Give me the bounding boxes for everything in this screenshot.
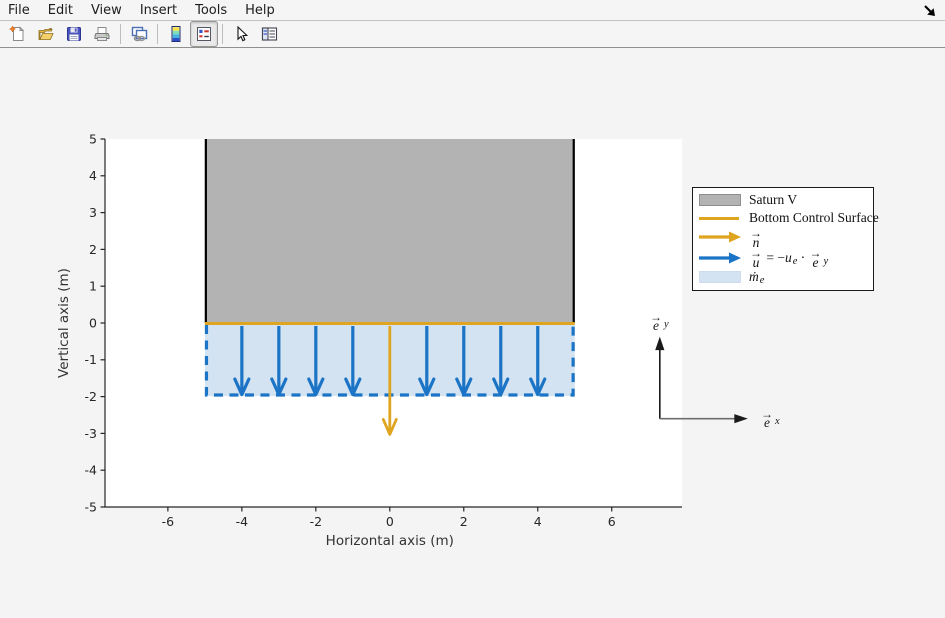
x-tick-label: 0: [386, 514, 394, 529]
print-figure-button[interactable]: [88, 21, 116, 47]
math-text: = −: [763, 250, 785, 266]
x-tick-label: -6: [162, 514, 175, 529]
legend-swatch: [699, 251, 741, 265]
open-file-icon: [37, 25, 55, 43]
menu-file[interactable]: File: [0, 0, 39, 20]
save-figure-button[interactable]: [60, 21, 88, 47]
x-tick-label: 6: [608, 514, 616, 529]
math-text: e: [760, 275, 765, 286]
x-tick-label: 4: [534, 514, 542, 529]
math-text: ⋅: [797, 250, 808, 266]
copy-figure-icon: [130, 25, 149, 43]
ex-axis-vector-label: →ex: [760, 409, 780, 427]
toolbar: [0, 21, 945, 48]
figure-window: File Edit View Insert Tools Help: [0, 0, 945, 618]
vector-symbol: →e: [650, 312, 662, 330]
y-tick-label: 5: [89, 131, 97, 146]
y-tick-label: -3: [85, 426, 97, 441]
legend-entry-saturn-v: Saturn V: [699, 192, 867, 208]
legend-toggle-icon: [195, 25, 213, 43]
toolbar-separator: [157, 24, 158, 44]
math-text: ṁ: [749, 269, 759, 285]
y-axis-label: Vertical axis (m): [56, 268, 72, 378]
ex-arrowhead: [734, 414, 748, 423]
legend-entry-exhaust-velocity-vector: →u = −ue ⋅ →ey: [699, 248, 867, 266]
y-tick-label: 1: [89, 279, 97, 294]
menu-help[interactable]: Help: [236, 0, 284, 20]
legend-label: Bottom Control Surface: [749, 210, 879, 226]
legend-entry-mass-flow-rate: ṁe: [699, 269, 867, 285]
math-text: Bottom Control Surface: [749, 210, 879, 226]
colormap-button[interactable]: [162, 21, 190, 47]
legend-entry-normal-vector: →n: [699, 228, 867, 246]
legend-label: Saturn V: [749, 192, 797, 208]
vector-symbol: →u: [750, 249, 762, 267]
math-text: u: [785, 250, 792, 266]
y-tick-label: 2: [89, 242, 97, 257]
copy-figure-button[interactable]: [125, 21, 153, 47]
math-text: Saturn V: [749, 192, 797, 208]
x-tick-label: -4: [236, 514, 249, 529]
legend-swatch: [699, 230, 741, 244]
legend-swatch: [699, 271, 741, 283]
math-text: y: [823, 256, 828, 267]
legend-swatch: [699, 194, 741, 206]
y-tick-label: 0: [89, 315, 97, 330]
axes-properties-button[interactable]: [255, 21, 283, 47]
y-tick-label: -2: [85, 389, 97, 404]
x-tick-label: -2: [310, 514, 322, 529]
plot-svg: 5 4 3 2 1 0 -1 -2 -3 -4 -5 -6 -4 -2 0 2 4 6 Horizontal axi…: [0, 48, 945, 618]
new-figure-icon: [9, 25, 27, 43]
y-tick-label: -4: [85, 463, 98, 478]
menu-view[interactable]: View: [82, 0, 131, 20]
vector-symbol: →e: [809, 249, 821, 267]
vector-symbol: →e: [761, 410, 773, 428]
legend-entry-bottom-control-surface: Bottom Control Surface: [699, 210, 867, 226]
y-tick-label: -1: [85, 352, 97, 367]
save-figure-icon: [65, 25, 83, 43]
mouse-cursor: [922, 3, 938, 19]
toolbar-separator: [222, 24, 223, 44]
menu-bar: File Edit View Insert Tools Help: [0, 0, 945, 21]
x-axis-label: Horizontal axis (m): [326, 533, 454, 549]
menu-edit[interactable]: Edit: [39, 0, 82, 20]
math-text: y: [664, 319, 669, 330]
math-text: e: [793, 256, 798, 267]
math-text: x: [775, 416, 780, 427]
ey-axis-vector-label: →ey: [649, 311, 669, 329]
legend-label: →n: [749, 228, 763, 246]
vector-symbol: →n: [750, 229, 762, 247]
menu-tools[interactable]: Tools: [186, 0, 236, 20]
plot-legend: Saturn VBottom Control Surface→n→u = −ue…: [692, 187, 874, 291]
axes-properties-icon: [260, 25, 279, 43]
colormap-icon: [167, 25, 185, 43]
legend-toggle-button[interactable]: [190, 21, 218, 47]
y-tick-label: 3: [89, 205, 97, 220]
figure-canvas[interactable]: 5 4 3 2 1 0 -1 -2 -3 -4 -5 -6 -4 -2 0 2 4 6 Horizontal axi…: [0, 48, 945, 618]
x-tick-label: 2: [460, 514, 468, 529]
legend-label: ṁe: [749, 269, 764, 285]
y-tick-label: 4: [89, 168, 97, 183]
legend-label: →u = −ue ⋅ →ey: [749, 248, 828, 266]
toolbar-separator: [120, 24, 121, 44]
pointer-select-button[interactable]: [227, 21, 255, 47]
legend-swatch: [699, 217, 741, 220]
new-figure-button[interactable]: [4, 21, 32, 47]
open-file-button[interactable]: [32, 21, 60, 47]
y-tick-label: -5: [85, 499, 97, 514]
pointer-select-icon: [232, 25, 250, 43]
menu-insert[interactable]: Insert: [131, 0, 186, 20]
print-figure-icon: [93, 25, 111, 43]
saturn-v-body: [205, 139, 575, 323]
